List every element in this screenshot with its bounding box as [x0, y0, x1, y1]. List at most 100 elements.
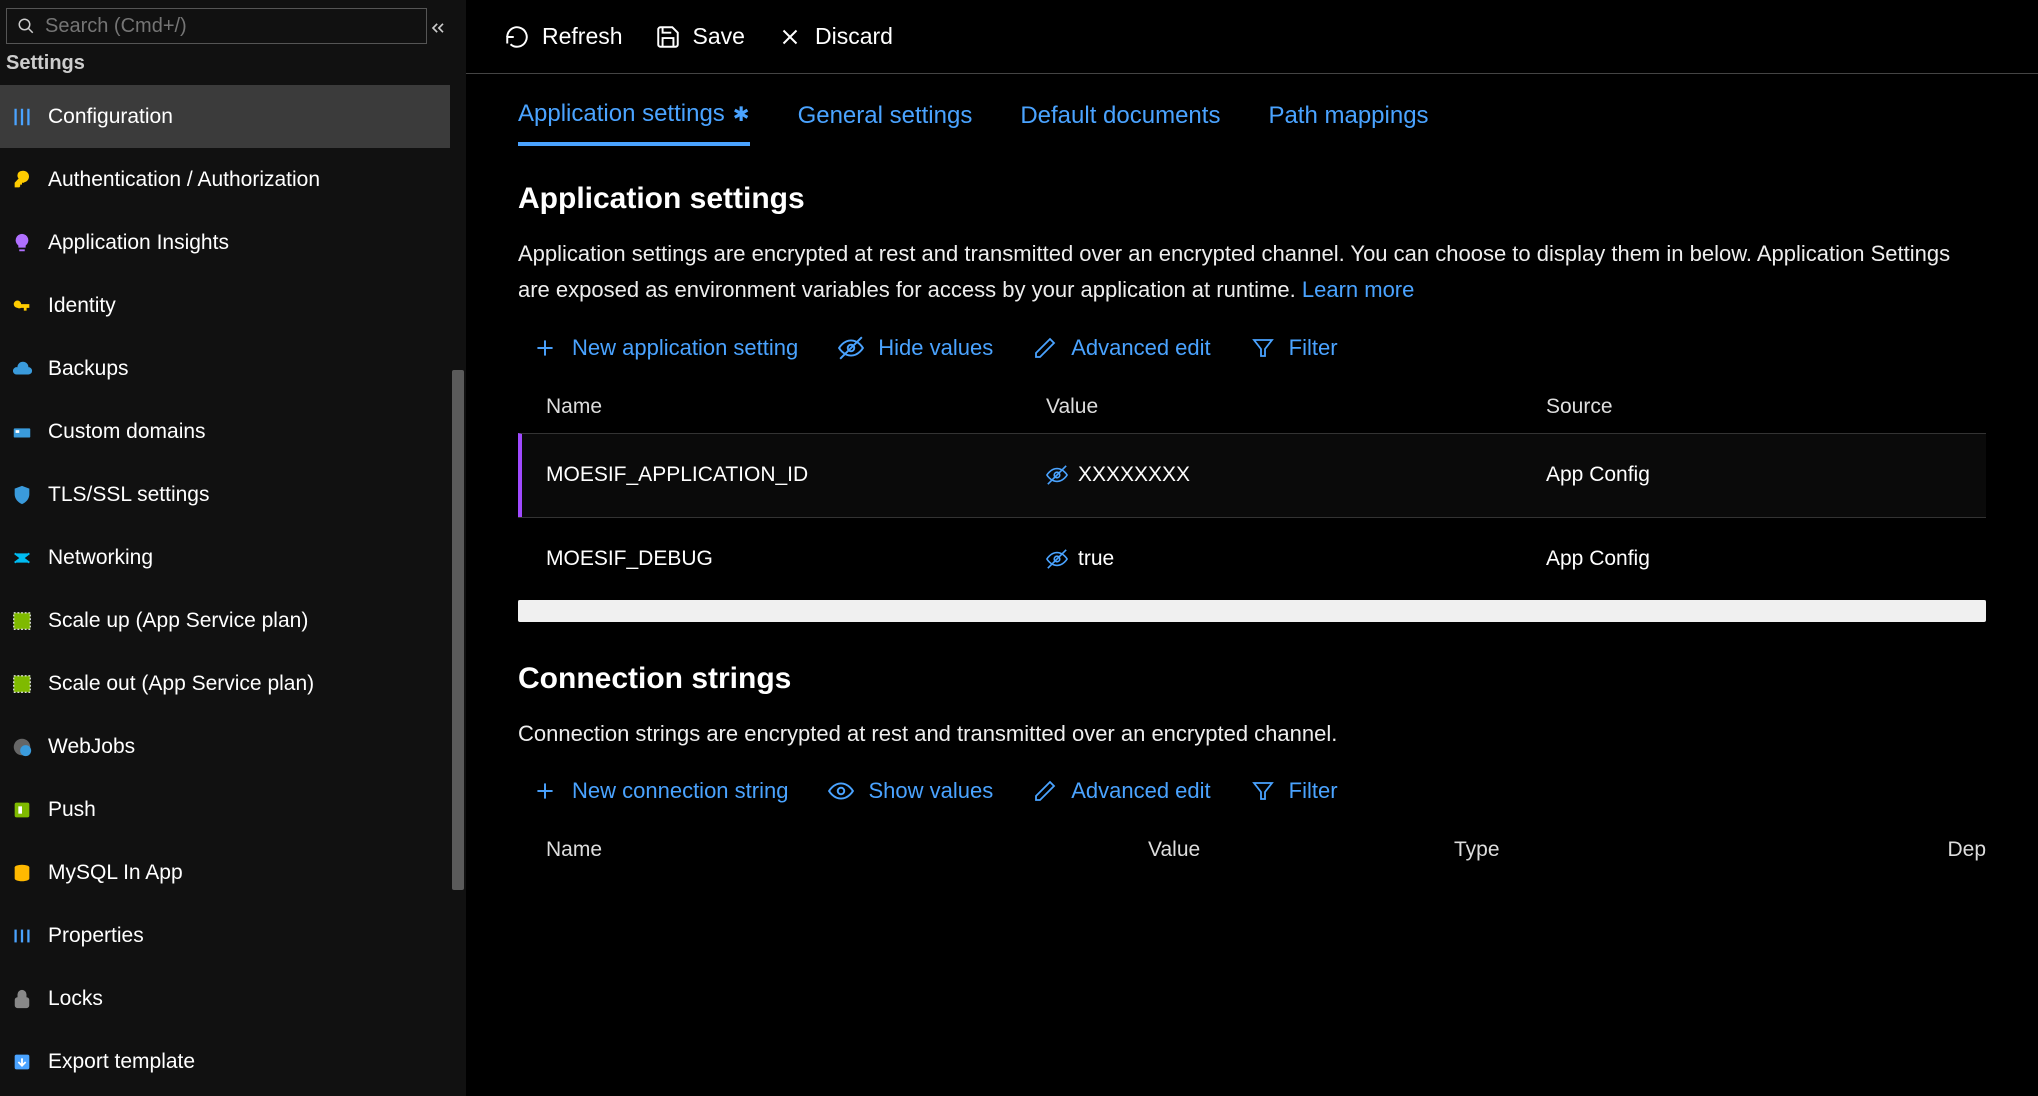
- conn-strings-heading: Connection strings: [518, 662, 1986, 696]
- app-settings-heading: Application settings: [518, 182, 1986, 216]
- filter-label: Filter: [1289, 335, 1338, 361]
- sidebar-item-webjobs[interactable]: WebJobs: [0, 715, 466, 778]
- sidebar-item-label: Push: [48, 798, 96, 822]
- filter-button[interactable]: Filter: [1251, 335, 1338, 361]
- sidebar-item-label: Export template: [48, 1050, 195, 1074]
- sidebar-item-application-insights[interactable]: Application Insights: [0, 211, 466, 274]
- save-icon: [655, 24, 681, 50]
- scaleup-icon: [10, 609, 34, 633]
- discard-button[interactable]: Discard: [777, 23, 893, 50]
- sidebar-item-label: Properties: [48, 924, 144, 948]
- eye-off-icon[interactable]: [1046, 464, 1068, 486]
- sidebar-item-label: Custom domains: [48, 420, 206, 444]
- eye-icon: [828, 778, 854, 804]
- collapse-sidebar-button[interactable]: [424, 14, 452, 42]
- advanced-edit-button[interactable]: Advanced edit: [1033, 335, 1210, 361]
- main-panel: Refresh Save Discard Application setting…: [466, 0, 2038, 1096]
- sidebar-section-label: Settings: [0, 48, 466, 85]
- sidebar-item-export-template[interactable]: Export template: [0, 1030, 466, 1093]
- eye-off-icon[interactable]: [1046, 548, 1068, 570]
- tab-default-documents[interactable]: Default documents: [1020, 100, 1220, 146]
- advanced-edit-label-2: Advanced edit: [1071, 778, 1210, 804]
- sidebar-item-networking[interactable]: Networking: [0, 526, 466, 589]
- sidebar-item-mysql-in-app[interactable]: MySQL In App: [0, 841, 466, 904]
- sidebar-item-label: Scale up (App Service plan): [48, 609, 308, 633]
- app-settings-description: Application settings are encrypted at re…: [518, 236, 1986, 309]
- refresh-label: Refresh: [542, 23, 623, 50]
- gear-globe-icon: [10, 735, 34, 759]
- sidebar-scrollbar-track[interactable]: [450, 70, 466, 1096]
- push-icon: [10, 798, 34, 822]
- sidebar-item-scale-up-app-service-plan-[interactable]: Scale up (App Service plan): [0, 589, 466, 652]
- shield-icon: [10, 483, 34, 507]
- filter-icon: [1251, 336, 1275, 360]
- table-row[interactable]: MOESIF_APPLICATION_IDXXXXXXXXApp Config: [518, 433, 1986, 517]
- show-values-label: Show values: [868, 778, 993, 804]
- cell-value-text: true: [1078, 547, 1114, 571]
- pencil-icon: [1033, 336, 1057, 360]
- plus-icon: [532, 778, 558, 804]
- table-row[interactable]: MOESIF_DEBUGtrueApp Config: [518, 517, 1986, 601]
- refresh-icon: [504, 24, 530, 50]
- close-icon: [777, 24, 803, 50]
- hide-values-button[interactable]: Hide values: [838, 335, 993, 361]
- new-conn-string-button[interactable]: New connection string: [532, 778, 788, 804]
- learn-more-link[interactable]: Learn more: [1302, 277, 1415, 302]
- new-app-setting-button[interactable]: New application setting: [532, 335, 798, 361]
- sidebar-item-label: Configuration: [48, 105, 173, 129]
- sidebar-item-label: WebJobs: [48, 735, 135, 759]
- save-button[interactable]: Save: [655, 23, 745, 50]
- sidebar-item-label: Networking: [48, 546, 153, 570]
- sidebar-item-properties[interactable]: Properties: [0, 904, 466, 967]
- sidebar-item-backups[interactable]: Backups: [0, 337, 466, 400]
- col-value-2: Value: [1148, 838, 1454, 862]
- key2-icon: [10, 294, 34, 318]
- advanced-edit-button-2[interactable]: Advanced edit: [1033, 778, 1210, 804]
- tab-general-settings[interactable]: General settings: [798, 100, 973, 146]
- app-settings-table: Name Value Source MOESIF_APPLICATION_IDX…: [518, 383, 1986, 622]
- table-header: Name Value Source: [518, 383, 1986, 433]
- sidebar-item-locks[interactable]: Locks: [0, 967, 466, 1030]
- refresh-button[interactable]: Refresh: [504, 23, 623, 50]
- cloud-icon: [10, 357, 34, 381]
- eye-off-icon: [838, 335, 864, 361]
- sidebar-item-label: MySQL In App: [48, 861, 183, 885]
- cell-value: XXXXXXXX: [1046, 463, 1546, 487]
- tab-path-mappings[interactable]: Path mappings: [1268, 100, 1428, 146]
- sliders-icon: [10, 105, 34, 129]
- sidebar-item-identity[interactable]: Identity: [0, 274, 466, 337]
- col-dep: Dep: [1947, 838, 1986, 862]
- sidebar-item-authentication-authorization[interactable]: Authentication / Authorization: [0, 148, 466, 211]
- search-box[interactable]: [6, 8, 427, 44]
- sidebar-item-label: Backups: [48, 357, 129, 381]
- search-input[interactable]: [45, 15, 416, 38]
- tab-application-settings[interactable]: Application settings✱: [518, 100, 750, 146]
- cell-source: App Config: [1546, 463, 1846, 487]
- sidebar-item-label: Locks: [48, 987, 103, 1011]
- show-values-button[interactable]: Show values: [828, 778, 993, 804]
- tab-label: Default documents: [1020, 102, 1220, 130]
- col-type: Type: [1454, 838, 1947, 862]
- discard-label: Discard: [815, 23, 893, 50]
- content-area: Application settings✱ General settings Def…: [466, 74, 2038, 876]
- filter-label-2: Filter: [1289, 778, 1338, 804]
- table-horizontal-scrollbar[interactable]: [518, 600, 1986, 622]
- pencil-icon: [1033, 779, 1057, 803]
- sidebar-scrollbar-thumb[interactable]: [452, 370, 464, 890]
- key-icon: [10, 168, 34, 192]
- advanced-edit-label: Advanced edit: [1071, 335, 1210, 361]
- export-icon: [10, 1050, 34, 1074]
- sidebar-item-configuration[interactable]: Configuration: [0, 85, 466, 148]
- lock-icon: [10, 987, 34, 1011]
- app-settings-actions: New application setting Hide values Adva…: [532, 335, 1986, 361]
- plus-icon: [532, 335, 558, 361]
- sidebar-item-scale-out-app-service-plan-[interactable]: Scale out (App Service plan): [0, 652, 466, 715]
- sidebar-item-push[interactable]: Push: [0, 778, 466, 841]
- props-icon: [10, 924, 34, 948]
- sidebar-item-label: Scale out (App Service plan): [48, 672, 314, 696]
- filter-button-2[interactable]: Filter: [1251, 778, 1338, 804]
- col-name-2: Name: [546, 838, 1148, 862]
- tab-bar: Application settings✱ General settings Def…: [518, 100, 1986, 146]
- sidebar-item-tls-ssl-settings[interactable]: TLS/SSL settings: [0, 463, 466, 526]
- sidebar-item-custom-domains[interactable]: Custom domains: [0, 400, 466, 463]
